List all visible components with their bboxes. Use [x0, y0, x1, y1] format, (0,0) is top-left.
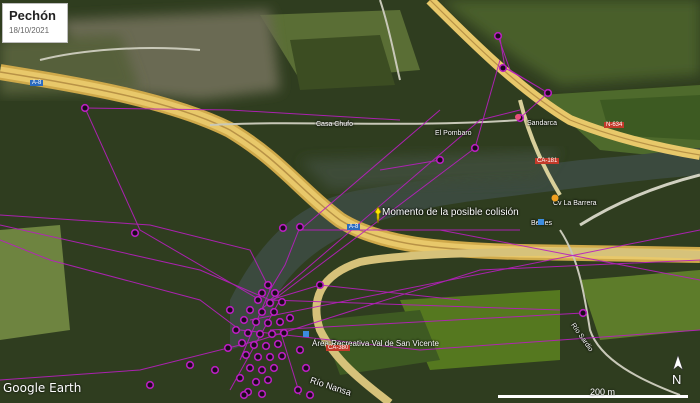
recreation-marker-icon[interactable]	[302, 330, 310, 338]
waypoint-icon[interactable]	[231, 325, 241, 335]
waypoint-icon[interactable]	[305, 390, 315, 400]
cv-la-barrera-label: Cv La Barrera	[553, 200, 597, 207]
casa-chufo-label: Casa Chufo	[316, 121, 353, 128]
north-label: N	[672, 372, 682, 387]
waypoint-icon[interactable]	[210, 365, 220, 375]
waypoint-icon[interactable]	[269, 307, 279, 317]
road-shield-ca380: CA-380	[326, 345, 351, 351]
waypoint-icon[interactable]	[145, 380, 155, 390]
waypoint-icon[interactable]	[275, 317, 285, 327]
waypoint-icon[interactable]	[80, 103, 90, 113]
title-card: Pechón 18/10/2021	[2, 3, 68, 43]
blue-marker-icon[interactable]	[537, 218, 545, 226]
waypoint-icon[interactable]	[249, 340, 259, 350]
waypoint-icon[interactable]	[315, 280, 325, 290]
waypoint-icon[interactable]	[279, 328, 289, 338]
pink-marker-icon[interactable]	[514, 113, 522, 121]
waypoint-icon[interactable]	[263, 375, 273, 385]
waypoint-icon[interactable]	[295, 345, 305, 355]
waypoint-icon[interactable]	[293, 385, 303, 395]
waypoint-icon[interactable]	[235, 373, 245, 383]
waypoint-icon[interactable]	[257, 365, 267, 375]
waypoint-icon[interactable]	[237, 338, 247, 348]
waypoint-icon[interactable]	[470, 143, 480, 153]
waypoint-icon[interactable]	[267, 329, 277, 339]
waypoint-icon[interactable]	[241, 350, 251, 360]
waypoint-icon[interactable]	[239, 390, 249, 400]
waypoint-icon[interactable]	[265, 298, 275, 308]
road-shield-n634: N-634	[604, 122, 625, 128]
waypoint-icon[interactable]	[257, 307, 267, 317]
waypoint-icon[interactable]	[225, 305, 235, 315]
waypoint-icon[interactable]	[261, 341, 271, 351]
waypoint-icon[interactable]	[130, 228, 140, 238]
waypoint-icon[interactable]	[251, 317, 261, 327]
el-pombaro-label: El Pombaro	[435, 130, 472, 137]
waypoint-icon[interactable]	[257, 389, 267, 399]
waypoint-icon[interactable]	[270, 288, 280, 298]
waypoint-icon[interactable]	[257, 288, 267, 298]
map-date: 18/10/2021	[9, 26, 50, 35]
waypoint-icon[interactable]	[543, 88, 553, 98]
waypoint-icon[interactable]	[251, 377, 261, 387]
waypoint-icon[interactable]	[253, 295, 263, 305]
waypoint-icon[interactable]	[273, 339, 283, 349]
collision-label: Momento de la posible colisión	[382, 207, 519, 218]
waypoint-icon[interactable]	[255, 329, 265, 339]
map-title: Pechón	[9, 8, 56, 23]
scale-label: 200 m	[590, 387, 616, 397]
waypoint-icon[interactable]	[578, 308, 588, 318]
road-shield-a8-top: A-8	[30, 80, 44, 86]
waypoint-icon[interactable]	[245, 305, 255, 315]
waypoint-icon[interactable]	[269, 363, 279, 373]
road-shield-ca181: CA-181	[535, 158, 560, 164]
sandarca-label: Sandarca	[527, 120, 557, 127]
waypoint-icon[interactable]	[263, 318, 273, 328]
waypoint-icon[interactable]	[223, 343, 233, 353]
waypoint-icon[interactable]	[265, 352, 275, 362]
waypoint-icon[interactable]	[245, 363, 255, 373]
waypoint-icon[interactable]	[435, 155, 445, 165]
waypoint-icon[interactable]	[498, 63, 508, 73]
map-view[interactable]: Momento de la posible colisión Casa Chuf…	[0, 0, 700, 403]
waypoint-icon[interactable]	[301, 363, 311, 373]
google-earth-attribution: Google Earth	[3, 381, 82, 395]
waypoint-icon[interactable]	[185, 360, 195, 370]
orange-marker-icon[interactable]	[551, 194, 559, 202]
road-shield-a8-mid: A-8	[347, 224, 361, 230]
waypoint-icon[interactable]	[285, 313, 295, 323]
waypoint-icon[interactable]	[277, 351, 287, 361]
waypoint-icon[interactable]	[253, 352, 263, 362]
waypoint-icon[interactable]	[239, 315, 249, 325]
waypoint-icon[interactable]	[277, 297, 287, 307]
waypoint-icon[interactable]	[278, 223, 288, 233]
waypoint-icon[interactable]	[295, 222, 305, 232]
north-arrow-icon: N	[670, 354, 686, 390]
waypoint-icon[interactable]	[243, 328, 253, 338]
waypoint-icon[interactable]	[493, 31, 503, 41]
waypoint-icon[interactable]	[263, 280, 273, 290]
